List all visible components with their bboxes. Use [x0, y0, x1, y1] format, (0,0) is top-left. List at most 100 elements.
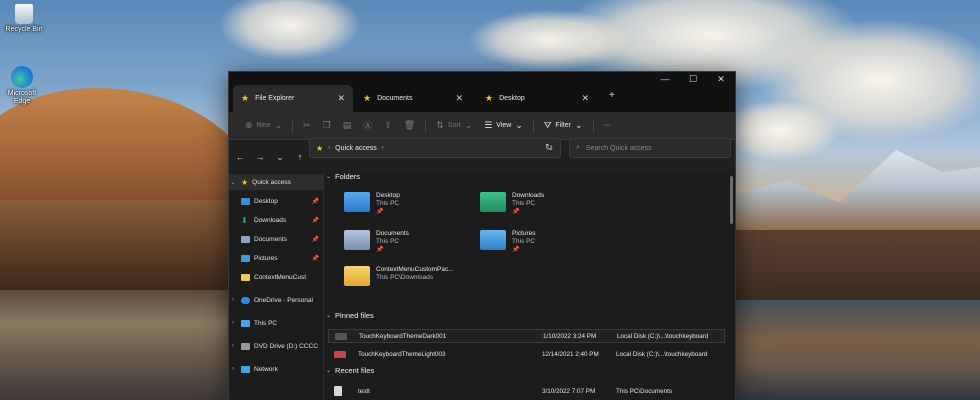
address-bar[interactable]: ★ › Quick access › ⌄ [309, 138, 561, 158]
sidebar-item-label: ContextMenuCust [254, 273, 307, 281]
star-icon: ★ [363, 93, 372, 103]
sidebar-item-label: OneDrive - Personal [254, 296, 313, 304]
tab-documents[interactable]: ★ Documents ✕ [355, 85, 471, 112]
tab-label: File Explorer [255, 95, 295, 102]
folder-tile-desktop[interactable]: Desktop This PC 📌 [344, 192, 400, 216]
sidebar-item-documents[interactable]: Documents 📌 [229, 231, 323, 247]
sidebar-item-quick-access[interactable]: ⌄ ★ Quick access [229, 174, 323, 190]
command-bar: ⊕ New ⌄ ✂ ❐ ▤ Ⓐ ⇪ 🗑 ⇅ Sort ⌄ ☰ View ⌄ ⛛ … [229, 112, 735, 140]
sidebar-item-desktop[interactable]: Desktop 📌 [229, 193, 323, 209]
more-options-button[interactable]: ··· [598, 116, 617, 136]
desktop-icon-edge[interactable]: Microsoft Edge [0, 66, 46, 106]
desktop-icon-label: Microsoft Edge [7, 90, 37, 105]
list-item[interactable]: TouchKeyboardThemeLight003 12/14/2021 2:… [328, 347, 725, 361]
star-icon: ★ [485, 93, 494, 103]
list-item[interactable]: testt 3/10/2022 7:07 PM This PC\Document… [328, 384, 725, 398]
sidebar-item-network[interactable]: › Network [229, 361, 323, 377]
chevron-right-icon[interactable]: › [229, 343, 237, 349]
downloads-icon: ⬇ [241, 215, 248, 225]
toolbar-divider [592, 118, 594, 133]
tab-file-explorer[interactable]: ★ File Explorer ✕ [233, 85, 353, 112]
breadcrumb[interactable]: Quick access [335, 145, 377, 152]
chevron-right-icon[interactable]: › [229, 366, 237, 372]
sidebar-item-dvd-drive[interactable]: › DVD Drive (D:) CCCC [229, 338, 323, 354]
section-title: Recent files [335, 366, 375, 375]
close-tab-icon[interactable]: ✕ [455, 93, 463, 104]
rename-button[interactable]: Ⓐ [357, 116, 378, 136]
back-arrow-icon[interactable]: ← [235, 152, 245, 162]
close-tab-icon[interactable]: ✕ [337, 93, 345, 104]
sidebar-item-contextmenucust[interactable]: ContextMenuCust [229, 269, 323, 285]
copy-button[interactable]: ❐ [317, 116, 337, 136]
sidebar-item-this-pc[interactable]: › This PC [229, 315, 323, 331]
file-name: TouchKeyboardThemeDark001 [359, 332, 447, 340]
sidebar-item-pictures[interactable]: Pictures 📌 [229, 250, 323, 266]
paste-button[interactable]: ▤ [337, 116, 358, 136]
sidebar-item-onedrive[interactable]: › OneDrive - Personal [229, 292, 323, 308]
folder-tile-contextmenucustompac[interactable]: ContextMenuCustomPac... This PC\Download… [344, 266, 454, 286]
copy-icon: ❐ [322, 120, 331, 130]
toolbar-divider [532, 118, 534, 133]
folder-tile-downloads[interactable]: Downloads This PC 📌 [480, 192, 544, 216]
chevron-down-icon[interactable]: ⌄ [229, 179, 237, 186]
section-header-recent-files[interactable]: ⌄ Recent files [326, 366, 374, 375]
up-arrow-icon[interactable]: ↑ [295, 152, 305, 162]
filter-button[interactable]: ⛛ Filter ⌄ [538, 116, 589, 136]
pin-icon: 📌 [311, 236, 319, 243]
close-window-button[interactable]: ✕ [707, 72, 735, 86]
trash-icon: 🗑 [403, 120, 416, 130]
pin-icon: 📌 [512, 209, 520, 215]
section-header-folders[interactable]: ⌄ Folders [326, 172, 360, 181]
file-date: 12/14/2021 2:40 PM [542, 350, 599, 358]
documents-icon [344, 230, 370, 250]
new-tab-button[interactable]: + [609, 90, 615, 101]
folder-icon [344, 266, 370, 286]
chevron-down-icon: ⌄ [326, 174, 332, 180]
vertical-scrollbar[interactable] [730, 176, 733, 224]
chevron-right-icon[interactable]: › [229, 320, 237, 326]
folder-location: This PC [376, 200, 400, 207]
share-button[interactable]: ⇪ [378, 116, 398, 136]
star-icon: ★ [241, 93, 250, 103]
delete-button[interactable]: 🗑 [398, 116, 421, 136]
sidebar-item-downloads[interactable]: ⬇ Downloads 📌 [229, 212, 323, 228]
filter-button-label: Filter [555, 122, 571, 129]
chevron-down-icon: ⌄ [515, 120, 523, 130]
folder-tile-documents[interactable]: Documents This PC 📌 [344, 230, 409, 254]
chevron-right-icon[interactable]: › [229, 297, 237, 303]
close-tab-icon[interactable]: ✕ [581, 93, 589, 104]
chevron-down-icon: ⌄ [464, 120, 473, 130]
refresh-icon[interactable]: ↻ [545, 142, 553, 153]
new-button[interactable]: ⊕ New ⌄ [239, 116, 288, 136]
minimize-button[interactable]: — [651, 72, 679, 86]
tab-desktop[interactable]: ★ Desktop ✕ [477, 85, 597, 112]
cut-button[interactable]: ✂ [297, 116, 317, 136]
list-item[interactable]: TouchKeyboardThemeDark001 1/10/2022 3:24… [328, 329, 725, 343]
recent-locations-chevron-icon[interactable]: ⌄ [275, 152, 285, 163]
view-button[interactable]: ☰ View ⌄ [478, 116, 529, 136]
file-date: 3/10/2022 7:07 PM [542, 387, 596, 395]
breadcrumb-separator-icon: › [328, 145, 331, 151]
folder-name: Documents [376, 230, 409, 237]
desktop-folder-icon [241, 197, 250, 205]
desktop-icon-recycle-bin[interactable]: Recycle Bin [0, 4, 48, 34]
sort-button[interactable]: ⇅ Sort ⌄ [430, 116, 478, 136]
search-input[interactable]: ⌕ Search Quick access [569, 138, 731, 158]
rename-icon: Ⓐ [363, 121, 373, 131]
file-location: Local Disk (C:)\...\touchkeyboard [616, 350, 708, 358]
file-explorer-window: ★ File Explorer ✕ ★ Documents ✕ ★ Deskto… [228, 71, 736, 400]
sort-button-label: Sort [447, 122, 461, 129]
filter-icon: ⛛ [543, 120, 552, 130]
maximize-button[interactable]: ☐ [679, 72, 707, 86]
section-header-pinned-files[interactable]: ⌄ Pinned files [326, 311, 374, 320]
edge-icon [11, 66, 33, 88]
search-placeholder: Search Quick access [585, 144, 652, 152]
pin-icon: 📌 [311, 198, 319, 205]
file-location: Local Disk (C:)\...\touchkeyboard [617, 332, 709, 340]
folder-tile-pictures[interactable]: Pictures This PC 📌 [480, 230, 535, 254]
dvd-drive-icon [241, 342, 250, 350]
file-location: This PC\Documents [616, 387, 672, 395]
folder-name: Downloads [512, 192, 545, 199]
forward-arrow-icon[interactable]: → [255, 152, 265, 162]
folder-name: Pictures [512, 230, 536, 237]
